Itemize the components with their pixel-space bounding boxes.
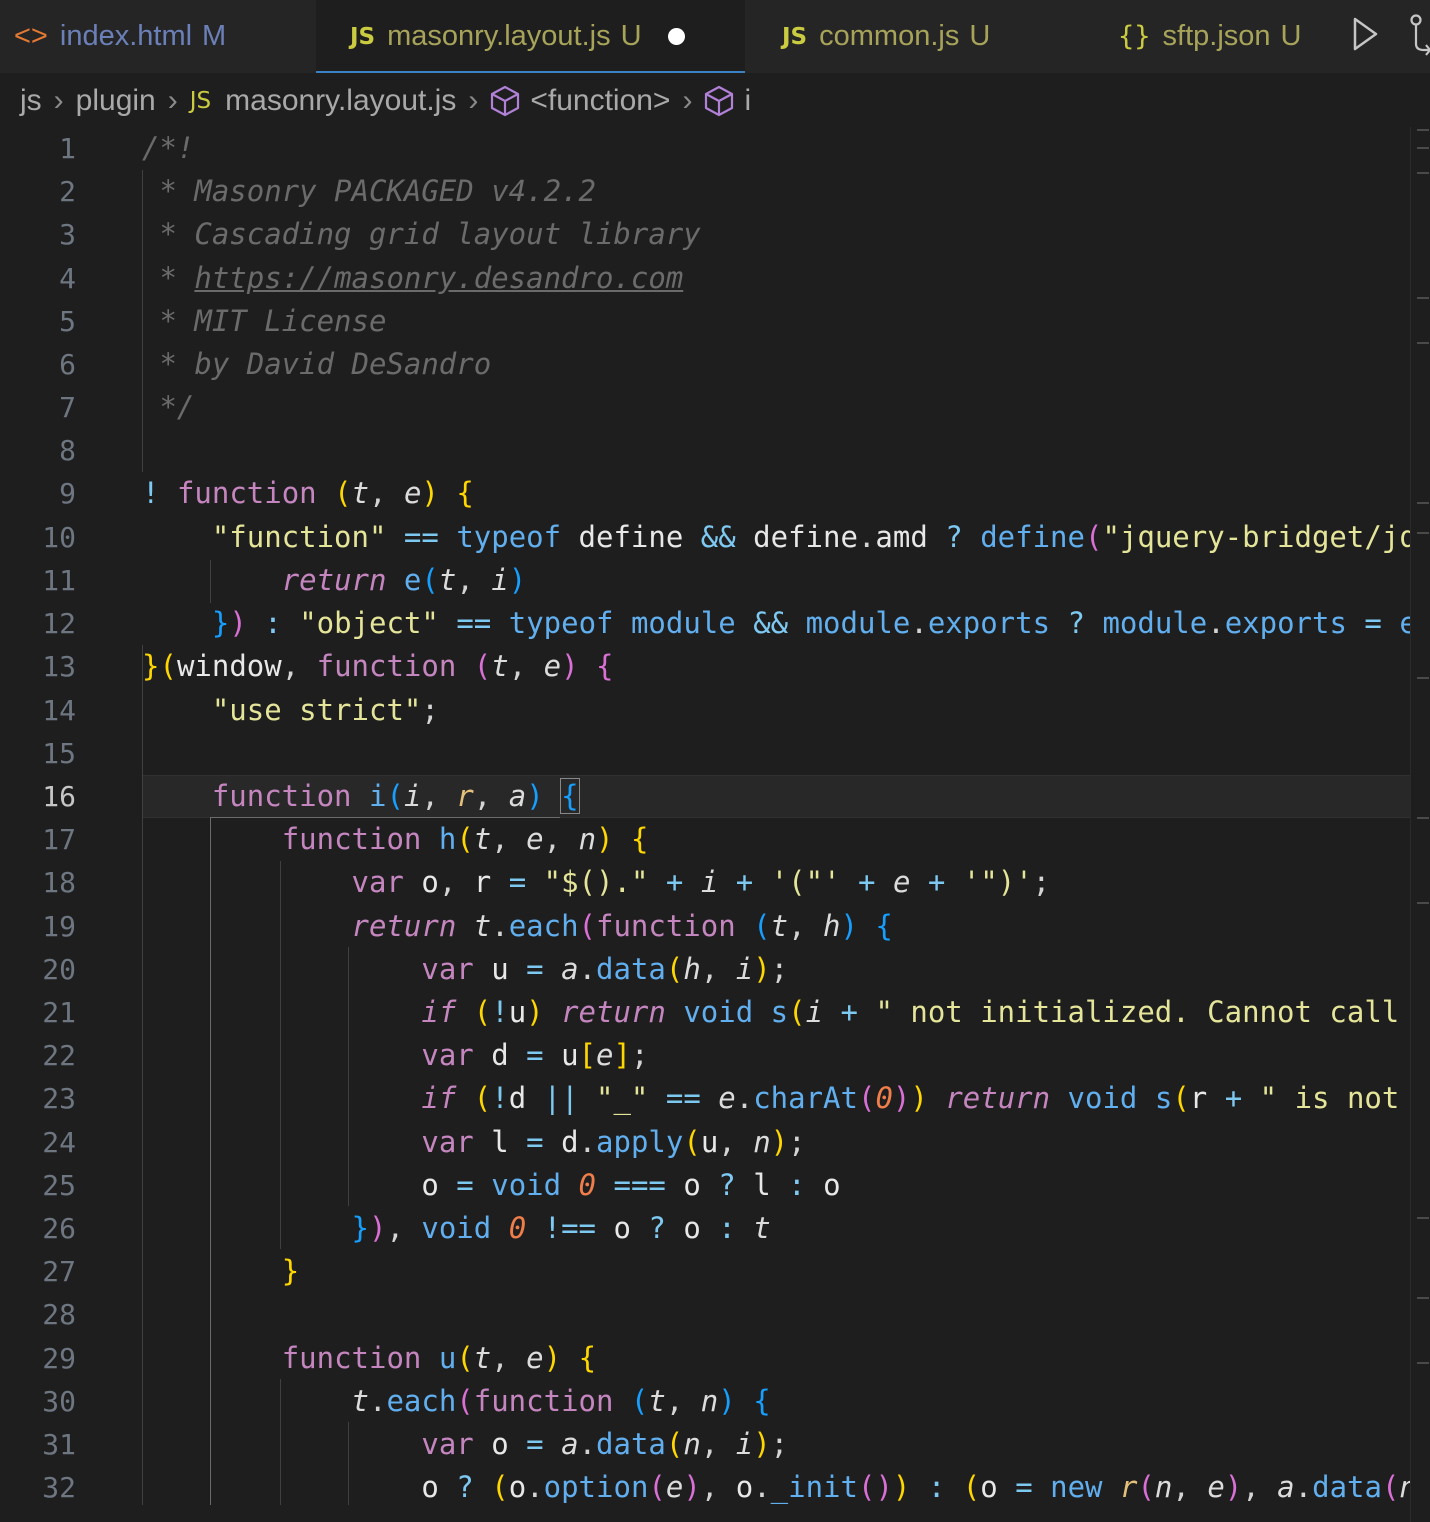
tab-label: sftp.json — [1162, 20, 1271, 52]
js-file-icon: JS — [782, 23, 808, 50]
play-icon — [1353, 17, 1378, 51]
code-line[interactable] — [0, 732, 1410, 775]
code-line[interactable] — [0, 429, 1410, 472]
tab-status: M — [202, 20, 227, 52]
tab-status: U — [969, 20, 991, 52]
source-control-button[interactable] — [1406, 14, 1430, 63]
tab-sftp-json[interactable]: {} sftp.json U — [1118, 0, 1301, 73]
minimap-mark — [1417, 1362, 1429, 1364]
angle-brackets-icon: <> — [14, 20, 48, 52]
tab-label: index.html — [59, 20, 193, 52]
chevron-right-icon: › — [53, 84, 64, 117]
minimap-mark — [1417, 677, 1429, 679]
code-line[interactable]: }(window, function (t, e) { — [0, 645, 1410, 688]
minimap-mark — [1417, 1297, 1429, 1299]
code-line[interactable]: if (!u) return void s(i + " not initiali… — [0, 991, 1410, 1034]
tab-bar: <> index.html M JS masonry.layout.js U J… — [0, 0, 1430, 73]
tab-masonry-layout-js[interactable]: JS masonry.layout.js U — [316, 0, 745, 73]
minimap-scrollbar[interactable] — [1410, 127, 1430, 1522]
minimap-mark — [1417, 172, 1429, 174]
unsaved-dot-icon[interactable] — [667, 28, 685, 45]
chevron-right-icon: › — [682, 84, 693, 117]
code-line[interactable]: var d = u[e]; — [0, 1034, 1410, 1077]
breadcrumb-folder-js[interactable]: js — [20, 84, 42, 118]
tab-label: masonry.layout.js — [387, 20, 611, 52]
code-line[interactable]: o = void 0 === o ? l : o — [0, 1164, 1410, 1207]
git-compare-icon — [1410, 14, 1430, 56]
tab-label: common.js — [819, 20, 960, 52]
code-line[interactable]: "function" == typeof define && define.am… — [0, 516, 1410, 559]
breadcrumb-symbol-i[interactable]: i — [744, 84, 751, 118]
minimap-mark — [1417, 147, 1429, 149]
minimap-mark — [1417, 1217, 1429, 1219]
code-line[interactable]: } — [0, 1250, 1410, 1293]
minimap-mark — [1417, 902, 1429, 904]
breadcrumb-symbol-function[interactable]: <function> — [530, 84, 670, 118]
minimap-mark — [1417, 129, 1429, 131]
js-file-icon: JS — [189, 88, 212, 114]
code-line[interactable]: function h(t, e, n) { — [0, 818, 1410, 861]
code-line[interactable]: */ — [0, 386, 1410, 429]
code-line[interactable]: * Masonry PACKAGED v4.2.2 — [0, 170, 1410, 213]
code-line[interactable]: * Cascading grid layout library — [0, 213, 1410, 256]
chevron-right-icon: › — [468, 84, 479, 117]
code-line[interactable]: }), void 0 !== o ? o : t — [0, 1207, 1410, 1250]
json-braces-icon: {} — [1118, 21, 1151, 52]
minimap-mark — [1417, 532, 1429, 534]
code-line[interactable]: }) : "object" == typeof module && module… — [0, 602, 1410, 645]
chevron-right-icon: › — [167, 84, 178, 117]
code-line[interactable]: return t.each(function (t, h) { — [0, 905, 1410, 948]
code-line[interactable]: var l = d.apply(u, n); — [0, 1121, 1410, 1164]
code-line[interactable]: /*! — [0, 127, 1410, 170]
cube-symbol-icon — [491, 85, 520, 117]
code-line[interactable]: if (!d || "_" == e.charAt(0)) return voi… — [0, 1077, 1410, 1120]
code-line[interactable]: return e(t, i) — [0, 559, 1410, 602]
breadcrumb-file[interactable]: masonry.layout.js — [225, 84, 456, 118]
code-line[interactable]: * https://masonry.desandro.com — [0, 257, 1410, 300]
minimap-mark — [1417, 817, 1429, 819]
code-line[interactable]: * by David DeSandro — [0, 343, 1410, 386]
code-line[interactable]: var o, r = "$()." + i + '("' + e + '")'; — [0, 861, 1410, 904]
code-line-current[interactable]: function i(i, r, a) { — [0, 775, 1410, 818]
code-line[interactable]: * MIT License — [0, 300, 1410, 343]
tab-index-html[interactable]: <> index.html M — [14, 0, 226, 73]
tab-status: U — [620, 20, 642, 52]
code-line[interactable]: t.each(function (t, n) { — [0, 1380, 1410, 1423]
code-line[interactable]: function u(t, e) { — [0, 1337, 1410, 1380]
code-line[interactable]: var u = a.data(h, i); — [0, 948, 1410, 991]
code-editor[interactable]: 1 2 3 4 5 6 7 8 9 10 11 12 13 14 15 16 17 18 19 20 21 22 23 24 2… — [0, 127, 1410, 1522]
run-button[interactable] — [1350, 14, 1380, 59]
breadcrumb: js › plugin › JS masonry.layout.js › <fu… — [20, 78, 751, 124]
code-line[interactable] — [0, 1293, 1410, 1336]
js-file-icon: JS — [350, 23, 376, 50]
minimap-mark — [1417, 342, 1429, 344]
code-line[interactable]: o ? (o.option(e), o._init()) : (o = new … — [0, 1466, 1410, 1509]
cube-symbol-icon — [705, 85, 734, 117]
code-line[interactable]: ! function (t, e) { — [0, 472, 1410, 515]
tab-status: U — [1280, 20, 1302, 52]
tab-common-js[interactable]: JS common.js U — [782, 0, 990, 73]
minimap-mark — [1417, 297, 1429, 299]
breadcrumb-folder-plugin[interactable]: plugin — [76, 84, 156, 118]
code-line[interactable]: "use strict"; — [0, 689, 1410, 732]
minimap-mark — [1417, 502, 1429, 504]
code-line[interactable]: var o = a.data(n, i); — [0, 1423, 1410, 1466]
